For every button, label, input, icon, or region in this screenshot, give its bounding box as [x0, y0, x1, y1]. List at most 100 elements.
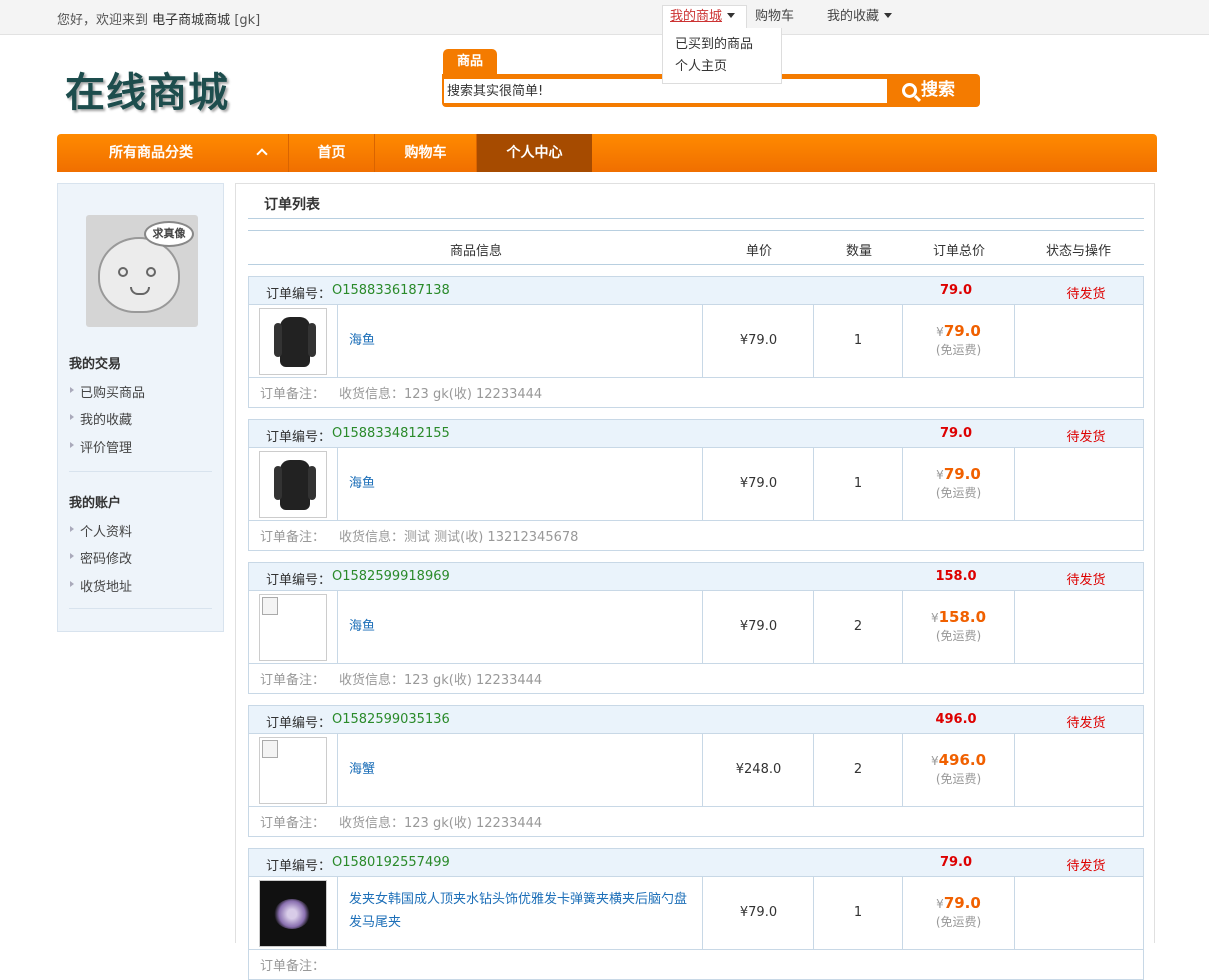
sidebar-item-address[interactable]: 收货地址: [69, 576, 132, 595]
yen-sign: ¥: [930, 754, 939, 768]
table-header: 商品信息 单价 数量 订单总价 状态与操作: [248, 230, 1144, 265]
shipping-info: 收货信息：测试 测试(收) 13212345678: [339, 530, 579, 545]
unit-price: ¥248.0: [735, 762, 782, 777]
yen-sign: ¥: [936, 468, 944, 482]
order-header: 订单编号： O1588334812155 79.0 待发货: [249, 420, 1143, 448]
sidebar-item-profile[interactable]: 个人资料: [69, 521, 132, 540]
order-note-label: 订单备注：: [260, 530, 326, 545]
col-status: 状态与操作: [1046, 244, 1112, 259]
unit-price: ¥79.0: [739, 619, 778, 634]
free-shipping: (免运费): [935, 772, 982, 786]
col-total: 订单总价: [933, 244, 986, 259]
shipping-info: 收货信息：123 gk(收) 12233444: [339, 387, 543, 402]
avatar-mouth-icon: [130, 287, 150, 295]
all-categories-menu[interactable]: 所有商品分类: [57, 134, 287, 172]
order-note: 订单备注： 收货信息：123 gk(收) 12233444: [260, 383, 542, 402]
broken-image-icon[interactable]: [259, 737, 327, 804]
yen-sign: ¥: [930, 611, 939, 625]
avatar[interactable]: 求真像: [86, 215, 198, 327]
title-divider: [248, 218, 1144, 219]
col-unit-price: 单价: [746, 244, 773, 259]
dropdown-item-purchased[interactable]: 已买到的商品: [663, 34, 781, 56]
product-name-link[interactable]: 发夹女韩国成人顶夹水钻头饰优雅发卡弹簧夹横夹后脑勺盘发马尾夹: [349, 888, 689, 934]
item-total-amount: 79.0: [943, 322, 981, 340]
favorites-link[interactable]: 我的收藏: [819, 0, 900, 35]
order-card: 订单编号： O1582599918969 158.0 待发货 海鱼 ¥79.0 2 ¥158.…: [248, 562, 1144, 694]
product-name-link[interactable]: 海鱼: [349, 615, 689, 638]
item-total-amount: 496.0: [938, 751, 987, 769]
order-status[interactable]: 待发货: [1046, 855, 1126, 874]
order-no-label: 订单编号：: [266, 573, 332, 588]
cell-divider: [1014, 877, 1015, 950]
product-name-link[interactable]: 海鱼: [349, 329, 689, 352]
cell-divider: [337, 734, 338, 807]
product-thumbnail[interactable]: [259, 451, 327, 518]
caret-down-icon: [884, 13, 893, 18]
free-shipping: (免运费): [935, 915, 982, 929]
item-total: ¥79.0 (免运费): [903, 322, 1014, 358]
quantity: 1: [853, 476, 863, 491]
backpack-image: [274, 317, 316, 367]
sidebar-item-password[interactable]: 密码修改: [69, 548, 132, 567]
item-total-amount: 79.0: [943, 894, 981, 912]
sidebar-item-reviews[interactable]: 评价管理: [69, 437, 132, 456]
order-note-label: 订单备注：: [260, 673, 326, 688]
item-total: ¥79.0 (免运费): [903, 894, 1014, 930]
order-status[interactable]: 待发货: [1046, 426, 1126, 445]
order-no-label: 订单编号：: [266, 287, 332, 302]
broken-image-icon[interactable]: [259, 594, 327, 661]
order-card: 订单编号： O1580192557499 79.0 待发货 发夹女韩国成人顶夹水钻头饰优…: [248, 848, 1144, 980]
order-note-label: 订单备注：: [260, 816, 326, 831]
order-header: 订单编号： O1582599918969 158.0 待发货: [249, 563, 1143, 591]
welcome-prefix: 您好，欢迎来到: [57, 13, 149, 28]
order-total: 496.0: [935, 712, 977, 727]
order-status[interactable]: 待发货: [1046, 569, 1126, 588]
quantity: 2: [853, 619, 863, 634]
avatar-face-icon: [98, 237, 180, 313]
nav-cart[interactable]: 购物车: [374, 134, 476, 172]
welcome-text: 您好，欢迎来到 电子商城商城 [gk]: [57, 9, 260, 28]
shipping-info: 收货信息：123 gk(收) 12233444: [339, 673, 543, 688]
order-no-label: 订单编号：: [266, 859, 332, 874]
order-header: 订单编号： O1588336187138 79.0 待发货: [249, 277, 1143, 305]
quantity: 1: [853, 333, 863, 348]
col-product: 商品信息: [450, 244, 503, 259]
cell-divider: [1014, 305, 1015, 378]
main-nav: 所有商品分类 首页 购物车 个人中心: [57, 134, 1157, 172]
order-number: O1582599035136: [332, 712, 450, 727]
order-status[interactable]: 待发货: [1046, 283, 1126, 302]
product-thumbnail[interactable]: [259, 880, 327, 947]
cell-divider: [337, 591, 338, 664]
order-no-label: 订单编号：: [266, 716, 332, 731]
top-cart-label: 购物车: [755, 9, 795, 24]
order-card: 订单编号： O1582599035136 496.0 待发货 海蟹 ¥248.0 2 ¥496…: [248, 705, 1144, 837]
nav-user-center[interactable]: 个人中心: [476, 134, 592, 172]
yen-sign: ¥: [936, 897, 944, 911]
yen-sign: ¥: [936, 325, 944, 339]
search-tab-goods[interactable]: 商品: [443, 49, 497, 75]
order-header: 订单编号： O1582599035136 496.0 待发货: [249, 706, 1143, 734]
avatar-eye-icon: [118, 267, 128, 277]
order-note: 订单备注：: [260, 955, 339, 974]
order-item-row: 海鱼 ¥79.0 1 ¥79.0 (免运费): [249, 305, 1143, 378]
search-button[interactable]: 搜索: [898, 77, 974, 104]
order-item-row: 海蟹 ¥248.0 2 ¥496.0 (免运费): [249, 734, 1143, 807]
order-status[interactable]: 待发货: [1046, 712, 1126, 731]
product-thumbnail[interactable]: [259, 308, 327, 375]
unit-price: ¥79.0: [739, 333, 778, 348]
site-name: 电子商城商城: [152, 13, 231, 28]
caret-down-icon: [727, 13, 736, 18]
item-total-amount: 79.0: [943, 465, 981, 483]
free-shipping: (免运费): [935, 629, 982, 643]
avatar-eye-icon: [146, 267, 156, 277]
nav-home[interactable]: 首页: [288, 134, 374, 172]
order-note-label: 订单备注：: [260, 959, 326, 974]
all-categories-label: 所有商品分类: [109, 145, 193, 161]
site-logo[interactable]: 在线商城: [65, 60, 229, 118]
product-name-link[interactable]: 海鱼: [349, 472, 689, 495]
product-name-link[interactable]: 海蟹: [349, 758, 689, 781]
item-total: ¥79.0 (免运费): [903, 465, 1014, 501]
sidebar-item-favorites[interactable]: 我的收藏: [69, 409, 132, 428]
sidebar-item-purchased[interactable]: 已购买商品: [69, 382, 145, 401]
dropdown-item-homepage[interactable]: 个人主页: [663, 56, 781, 78]
